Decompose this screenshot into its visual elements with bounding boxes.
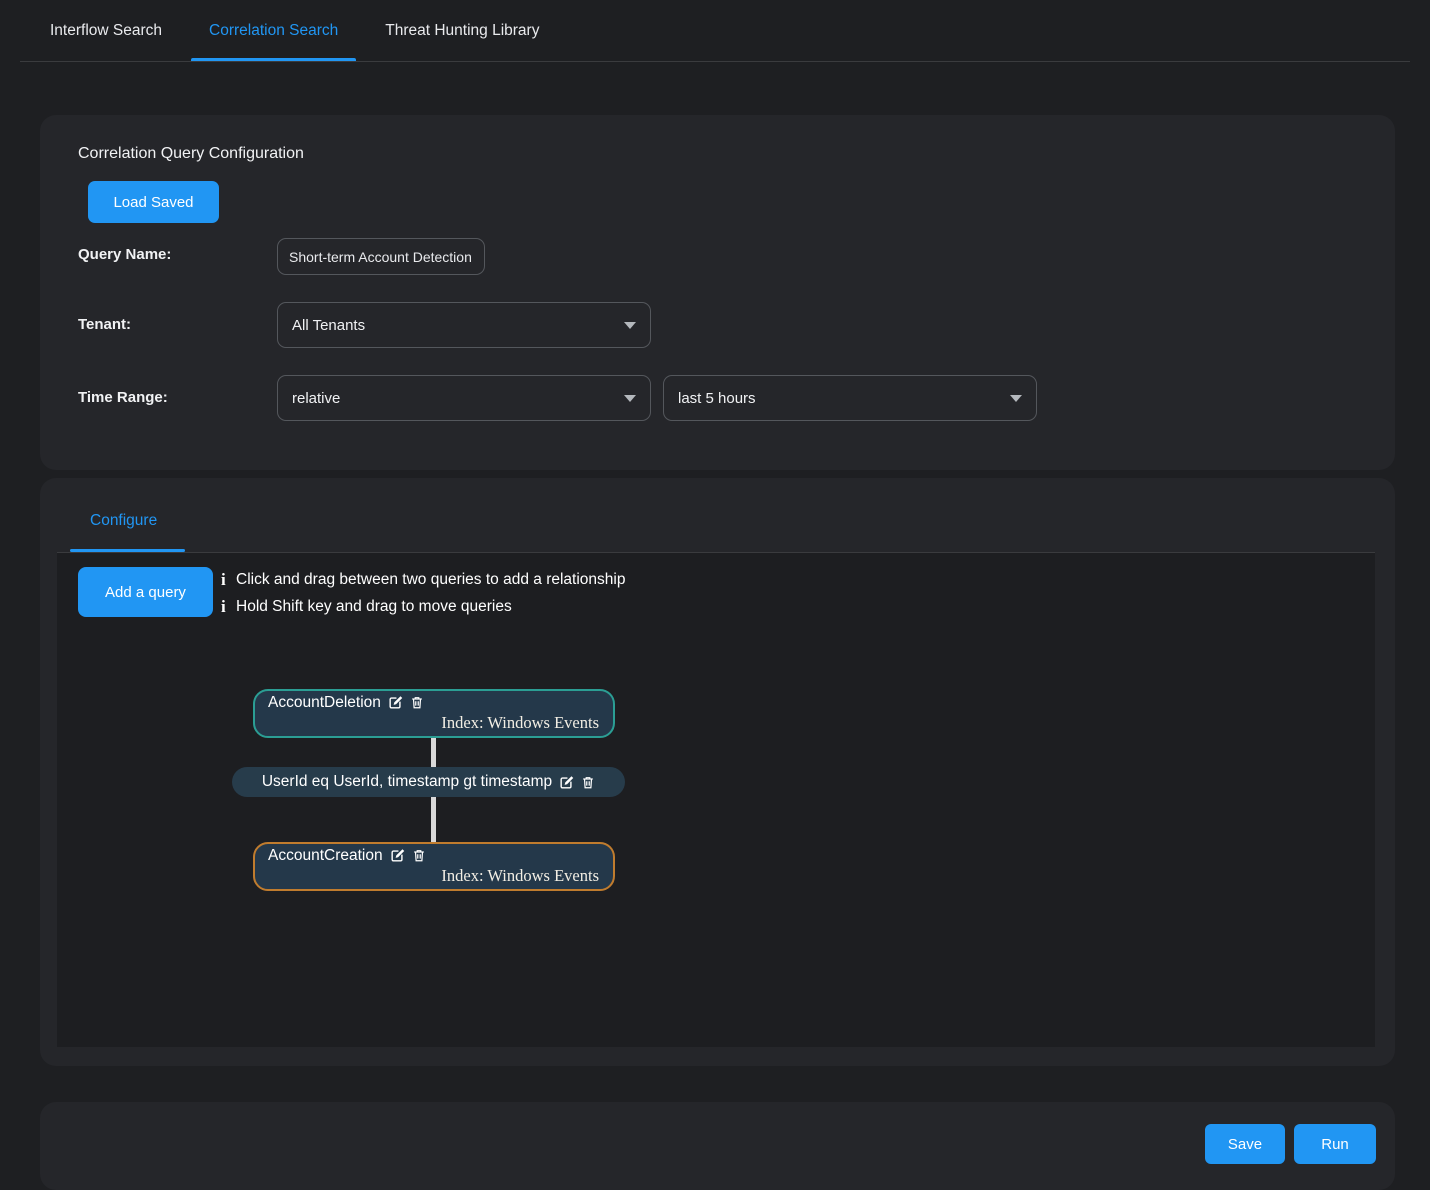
footer-action-bar: Save Run xyxy=(40,1102,1395,1190)
edit-icon[interactable] xyxy=(559,775,574,790)
hints: i Click and drag between two queries to … xyxy=(221,566,625,620)
time-range-value-select[interactable]: last 5 hours xyxy=(663,375,1037,421)
configure-panel: Configure Add a query i Click and drag b… xyxy=(40,478,1395,1066)
query-node-account-deletion[interactable]: AccountDeletion xyxy=(253,689,615,738)
tab-threat-hunting-library[interactable]: Threat Hunting Library xyxy=(383,0,541,62)
edit-icon[interactable] xyxy=(388,695,403,710)
query-node-title-row: AccountDeletion xyxy=(255,692,613,713)
save-button[interactable]: Save xyxy=(1205,1124,1285,1164)
hint-text: Hold Shift key and drag to move queries xyxy=(236,598,512,616)
info-icon: i xyxy=(221,597,231,617)
tab-label: Correlation Search xyxy=(209,22,338,40)
caret-down-icon xyxy=(624,395,636,402)
tenant-label: Tenant: xyxy=(78,316,131,333)
time-range-type-value: relative xyxy=(292,390,340,407)
tab-bar: Interflow Search Correlation Search Thre… xyxy=(48,0,541,62)
hint-row: i Click and drag between two queries to … xyxy=(221,566,625,593)
info-icon: i xyxy=(221,570,231,590)
hint-row: i Hold Shift key and drag to move querie… xyxy=(221,593,625,620)
trash-icon[interactable] xyxy=(410,695,424,710)
load-saved-button[interactable]: Load Saved xyxy=(88,181,219,223)
caret-down-icon xyxy=(1010,395,1022,402)
tab-interflow-search[interactable]: Interflow Search xyxy=(48,0,164,62)
query-name-label: Query Name: xyxy=(78,246,171,263)
hint-text: Click and drag between two queries to ad… xyxy=(236,571,625,589)
query-node-index-label: Index: Windows Events xyxy=(255,713,613,735)
query-node-account-creation[interactable]: AccountCreation xyxy=(253,842,615,891)
trash-icon[interactable] xyxy=(581,775,595,790)
query-graph-canvas[interactable]: Add a query i Click and drag between two… xyxy=(57,553,1375,1047)
tenant-select-value: All Tenants xyxy=(292,317,365,334)
time-range-label: Time Range: xyxy=(78,389,168,406)
add-a-query-button[interactable]: Add a query xyxy=(78,567,213,617)
panel-title: Correlation Query Configuration xyxy=(78,145,304,163)
tab-correlation-search[interactable]: Correlation Search xyxy=(207,0,340,62)
edit-icon[interactable] xyxy=(390,848,405,863)
tenant-select[interactable]: All Tenants xyxy=(277,302,651,348)
tab-configure[interactable]: Configure xyxy=(90,512,157,530)
tab-label: Interflow Search xyxy=(50,22,162,40)
relationship-pill[interactable]: UserId eq UserId, timestamp gt timestamp xyxy=(232,767,625,797)
query-node-title-row: AccountCreation xyxy=(255,845,613,866)
tab-label: Threat Hunting Library xyxy=(385,22,539,40)
time-range-type-select[interactable]: relative xyxy=(277,375,651,421)
run-button[interactable]: Run xyxy=(1294,1124,1376,1164)
page: Interflow Search Correlation Search Thre… xyxy=(0,0,1430,1190)
time-range-value: last 5 hours xyxy=(678,390,756,407)
trash-icon[interactable] xyxy=(412,848,426,863)
correlation-query-configuration-panel: Correlation Query Configuration Load Sav… xyxy=(40,115,1395,470)
relationship-label: UserId eq UserId, timestamp gt timestamp xyxy=(262,773,552,791)
query-node-index-label: Index: Windows Events xyxy=(255,866,613,888)
tab-bar-divider xyxy=(20,61,1410,62)
query-node-name: AccountCreation xyxy=(268,847,383,865)
query-name-input[interactable] xyxy=(277,238,485,275)
caret-down-icon xyxy=(624,322,636,329)
query-node-name: AccountDeletion xyxy=(268,694,381,712)
